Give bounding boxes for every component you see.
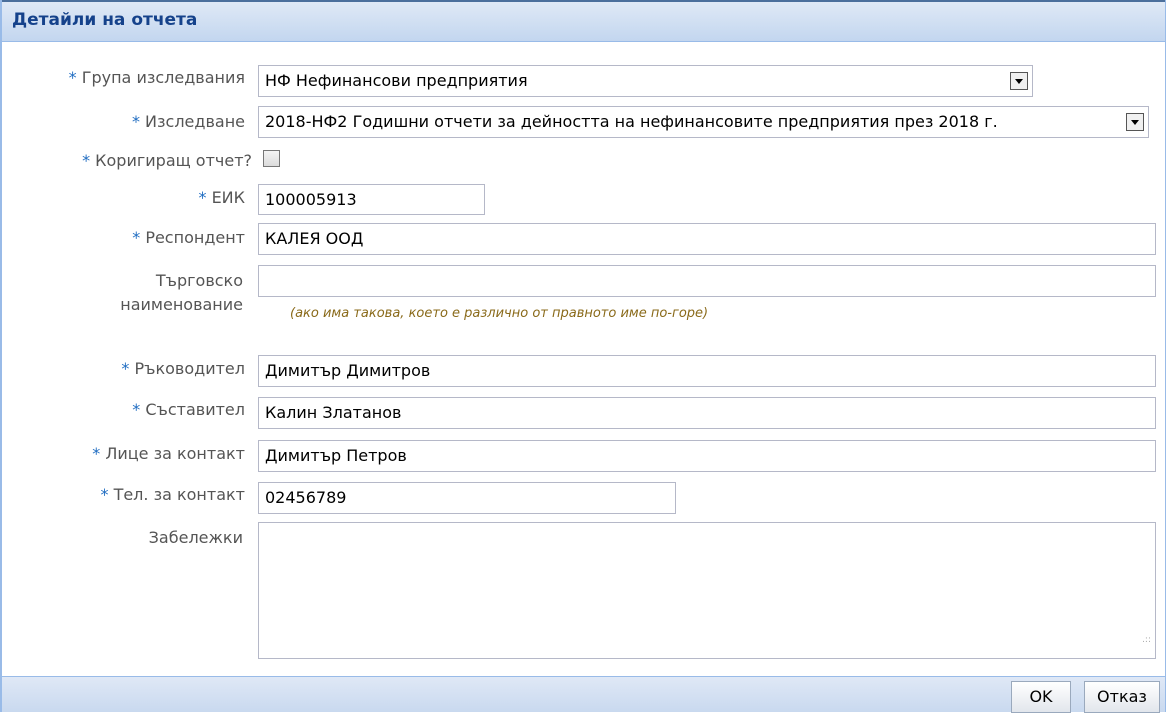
- manager-input[interactable]: Димитър Димитров: [258, 355, 1156, 387]
- trade-name-hint: (ако има такова, което е различно от пра…: [290, 306, 709, 321]
- respondent-label: * Респондент: [132, 228, 245, 247]
- survey-label: * Изследване: [131, 112, 245, 131]
- group-label: * Група изследвания: [68, 68, 245, 87]
- chevron-down-icon[interactable]: [1010, 72, 1028, 90]
- required-mark: *: [198, 188, 207, 207]
- contact-phone-input[interactable]: 02456789: [258, 482, 676, 514]
- eik-label: * ЕИК: [198, 188, 245, 207]
- cancel-button[interactable]: Отказ: [1084, 681, 1160, 713]
- survey-select[interactable]: 2018-НФ2 Годишни отчети за дейността на …: [258, 106, 1149, 138]
- resize-grip-icon[interactable]: .::: [1142, 625, 1151, 655]
- compiler-label: * Съставител: [132, 400, 245, 419]
- group-select-value: НФ Нефинансови предприятия: [265, 71, 528, 90]
- compiler-input[interactable]: Калин Златанов: [258, 397, 1156, 429]
- eik-input[interactable]: 100005913: [258, 184, 485, 215]
- chevron-down-icon[interactable]: [1126, 113, 1144, 131]
- ok-button[interactable]: OK: [1011, 681, 1071, 713]
- required-mark: *: [68, 68, 77, 87]
- contact-phone-label: * Тел. за контакт: [100, 485, 245, 504]
- required-mark: *: [121, 359, 130, 378]
- required-mark: *: [131, 112, 140, 131]
- required-mark: *: [132, 400, 141, 419]
- notes-textarea[interactable]: .::: [258, 522, 1156, 659]
- report-details-dialog: Детайли на отчета * Група изследвания НФ…: [0, 0, 1166, 713]
- required-mark: *: [132, 228, 141, 247]
- respondent-input[interactable]: КАЛЕЯ ООД: [258, 223, 1156, 255]
- required-mark: *: [92, 444, 101, 463]
- trade-name-input[interactable]: [258, 265, 1156, 297]
- trade-name-label: Търговско наименование: [120, 271, 243, 314]
- manager-label: * Ръководител: [121, 359, 245, 378]
- dialog-footer: OK Отказ: [2, 676, 1165, 713]
- correcting-checkbox[interactable]: [263, 150, 280, 167]
- correcting-label: * Коригиращ отчет?: [82, 151, 252, 170]
- required-mark: *: [82, 151, 91, 170]
- contact-person-label: * Лице за контакт: [92, 444, 245, 463]
- contact-person-input[interactable]: Димитър Петров: [258, 440, 1156, 472]
- dialog-title: Детайли на отчета: [12, 10, 198, 30]
- dialog-titlebar: Детайли на отчета: [2, 0, 1165, 42]
- required-mark: *: [100, 485, 109, 504]
- survey-select-value: 2018-НФ2 Годишни отчети за дейността на …: [265, 112, 998, 131]
- group-select[interactable]: НФ Нефинансови предприятия: [258, 65, 1033, 97]
- notes-label: Забележки: [148, 528, 243, 547]
